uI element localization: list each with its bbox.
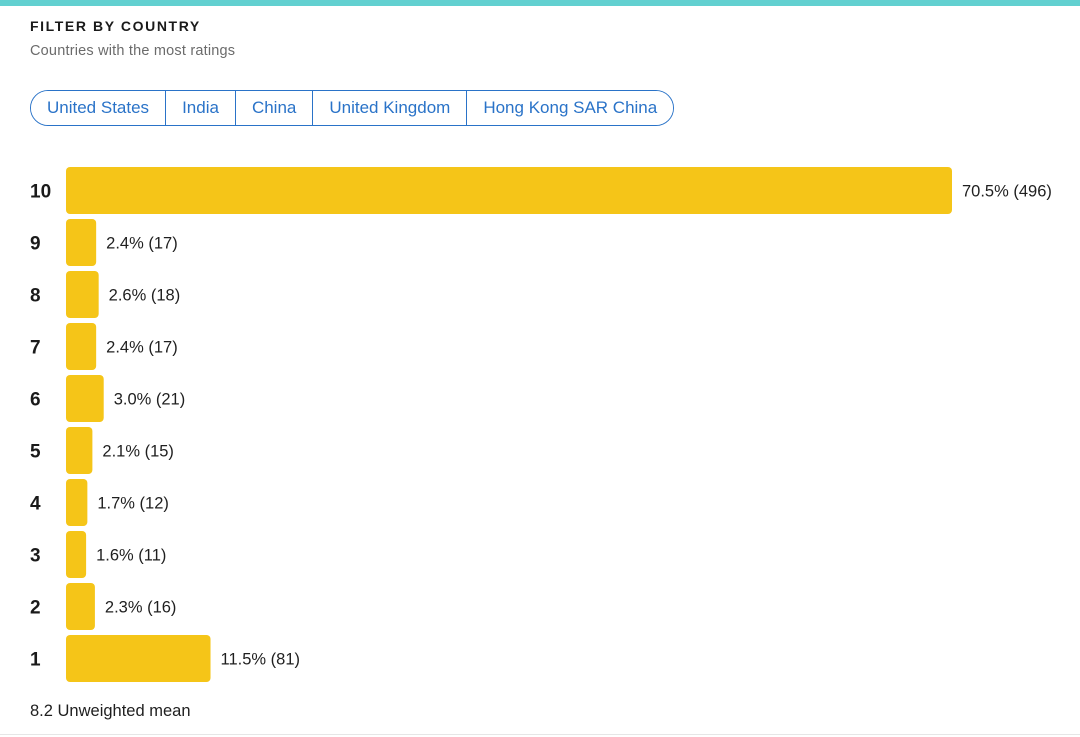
unweighted-mean-label: 8.2 Unweighted mean	[30, 702, 191, 720]
rating-bar[interactable]	[66, 375, 104, 422]
rating-bar[interactable]	[66, 271, 99, 318]
rating-value-label: 2.1% (15)	[102, 443, 174, 461]
rating-value-label: 2.4% (17)	[106, 235, 178, 253]
rating-value-label: 2.3% (16)	[105, 599, 177, 617]
rating-value-label: 70.5% (496)	[962, 183, 1052, 201]
rating-label: 10	[30, 182, 51, 203]
rating-label: 6	[30, 390, 41, 411]
rating-value-label: 2.4% (17)	[106, 339, 178, 357]
rating-distribution-chart: 10 70.5% (496) 9 2.4% (17) 8 2.6% (18) 7 2.4% (…	[30, 167, 1052, 682]
rating-label: 9	[30, 234, 41, 255]
rating-bar[interactable]	[66, 167, 952, 214]
rating-label: 7	[30, 338, 41, 359]
rating-value-label: 2.6% (18)	[109, 287, 181, 305]
rating-label: 5	[30, 442, 41, 463]
rating-value-label: 3.0% (21)	[114, 391, 186, 409]
rating-label: 4	[30, 494, 41, 515]
rating-value-label: 11.5% (81)	[221, 651, 301, 669]
rating-bar[interactable]	[66, 479, 88, 526]
rating-label: 8	[30, 286, 41, 307]
rating-value-label: 1.7% (12)	[97, 495, 169, 513]
rating-bar[interactable]	[66, 323, 97, 370]
rating-bar[interactable]	[66, 635, 211, 682]
bottom-divider	[0, 734, 1080, 735]
rating-value-label: 1.6% (11)	[96, 547, 166, 565]
rating-bar[interactable]	[66, 219, 97, 266]
rating-label: 2	[30, 598, 41, 619]
rating-label: 1	[30, 650, 41, 671]
rating-label: 3	[30, 546, 41, 567]
rating-bar[interactable]	[66, 583, 95, 630]
rating-bar[interactable]	[66, 427, 93, 474]
rating-bar[interactable]	[66, 531, 87, 578]
